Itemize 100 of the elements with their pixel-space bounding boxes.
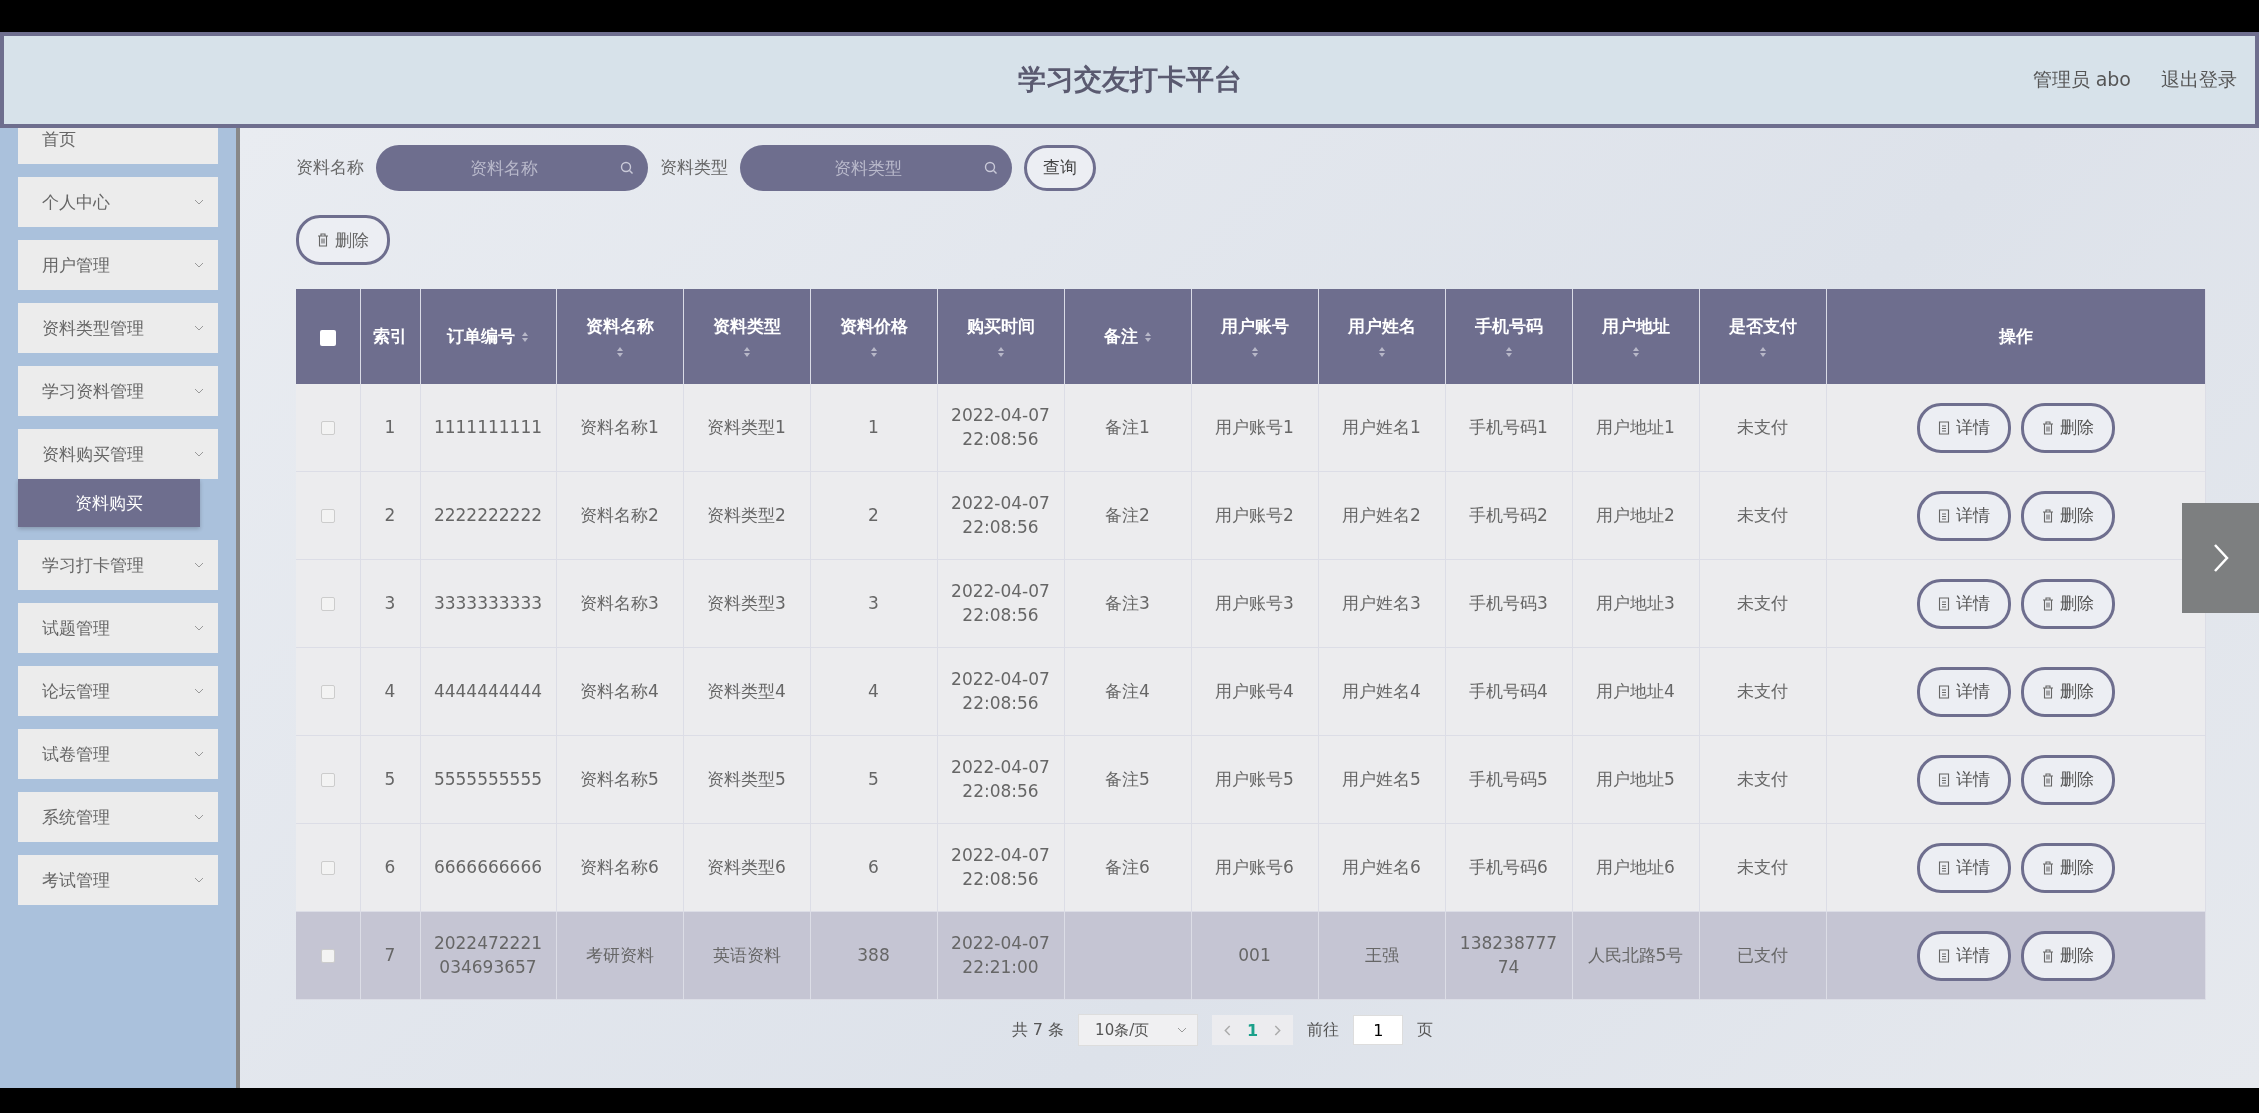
table-cell: 用户姓名3 xyxy=(1342,592,1421,613)
document-icon xyxy=(1937,420,1950,435)
table-row[interactable]: 4 4444444444 资料名称4 资料类型4 4 2022-04-07 22:08:56 备注4 用户账号4 用户姓名4 手机号码4 用户地址4 未支付 详情 删除 xyxy=(296,647,2206,736)
table-cell: 2022472221034693657 xyxy=(433,932,543,977)
table-cell: 2022-04-07 22:08:56 xyxy=(951,844,1050,889)
sidebar-item[interactable]: 试题管理 xyxy=(18,603,218,653)
delete-button[interactable]: 删除 xyxy=(2020,402,2115,453)
delete-button[interactable]: 删除 xyxy=(2020,754,2115,805)
trash-icon xyxy=(2041,772,2054,787)
next-page-icon[interactable] xyxy=(1274,1024,1282,1036)
sort-icon[interactable] xyxy=(1504,346,1513,358)
table-row[interactable]: 6 6666666666 资料名称6 资料类型6 6 2022-04-07 22:08:56 备注6 用户账号6 用户姓名6 手机号码6 用户地址6 未支付 详情 删除 xyxy=(296,823,2206,912)
row-checkbox[interactable] xyxy=(320,772,335,787)
table-cell: 4 xyxy=(868,680,879,701)
table-cell: 用户地址2 xyxy=(1596,504,1675,525)
sort-icon[interactable] xyxy=(1631,346,1640,358)
sidebar-item[interactable]: 论坛管理 xyxy=(18,666,218,716)
sort-icon[interactable] xyxy=(615,346,624,358)
caret-icon xyxy=(194,877,204,883)
table-row[interactable]: 7 2022472221034693657 考研资料 英语资料 388 2022-04-07 22:21:00 001 王强 13823877774 人民北路5号 已支付 详情 删除 xyxy=(296,911,2206,1000)
table-row[interactable]: 3 3333333333 资料名称3 资料类型3 3 2022-04-07 22:08:56 备注3 用户账号3 用户姓名3 手机号码3 用户地址3 未支付 详情 删除 xyxy=(296,559,2206,648)
table-row[interactable]: 5 5555555555 资料名称5 资料类型5 5 2022-04-07 22:08:56 备注5 用户账号5 用户姓名5 手机号码5 用户地址5 未支付 详情 删除 xyxy=(296,735,2206,824)
sort-icon[interactable] xyxy=(996,346,1005,358)
sidebar-item[interactable]: 首页 xyxy=(18,128,218,164)
caret-icon xyxy=(194,451,204,457)
table-cell: 用户账号6 xyxy=(1215,856,1294,877)
sidebar-item[interactable]: 学习资料管理 xyxy=(18,366,218,416)
delete-button[interactable]: 删除 xyxy=(2020,930,2115,981)
sort-icon[interactable] xyxy=(1758,346,1767,358)
column-header: 资料价格 xyxy=(839,315,908,338)
query-button[interactable]: 查询 xyxy=(1024,144,1096,191)
logout-link[interactable]: 退出登录 xyxy=(2161,67,2237,93)
sidebar-item[interactable]: 试卷管理 xyxy=(18,729,218,779)
document-icon xyxy=(1937,508,1950,523)
search-label: 资料名称 xyxy=(296,156,364,179)
table-cell: 4444444444 xyxy=(433,680,543,701)
sidebar-item[interactable]: 资料购买管理 xyxy=(18,429,218,479)
page-size-select[interactable]: 10条/页 xyxy=(1078,1014,1199,1046)
sidebar-item[interactable]: 系统管理 xyxy=(18,792,218,842)
caret-icon xyxy=(1177,1027,1188,1033)
sidebar-item[interactable]: 考试管理 xyxy=(18,855,218,905)
sort-icon[interactable] xyxy=(869,346,878,358)
row-checkbox[interactable] xyxy=(320,684,335,699)
row-checkbox[interactable] xyxy=(320,596,335,611)
table-cell: 388 xyxy=(857,944,890,965)
delete-button[interactable]: 删除 xyxy=(2020,842,2115,893)
details-button[interactable]: 详情 xyxy=(1916,578,2011,629)
table-cell: 资料类型4 xyxy=(707,680,786,701)
prev-page-icon[interactable] xyxy=(1224,1024,1232,1036)
sidebar-item[interactable]: 用户管理 xyxy=(18,240,218,290)
row-checkbox[interactable] xyxy=(320,508,335,523)
table-cell: 3 xyxy=(384,592,396,613)
search-field[interactable]: 资料类型 xyxy=(740,144,1012,191)
select-all-checkbox[interactable] xyxy=(319,329,336,346)
delete-button[interactable]: 删除 xyxy=(296,215,390,265)
search-field[interactable]: 资料名称 xyxy=(376,144,648,191)
table-cell: 4 xyxy=(384,680,396,701)
goto-page-field[interactable]: 1 xyxy=(1353,1015,1404,1045)
details-button[interactable]: 详情 xyxy=(1916,842,2011,893)
details-button[interactable]: 详情 xyxy=(1916,402,2011,453)
sort-icon[interactable] xyxy=(1377,346,1386,358)
table-cell: 用户地址5 xyxy=(1596,768,1675,789)
delete-button[interactable]: 删除 xyxy=(2020,578,2115,629)
details-button[interactable]: 详情 xyxy=(1916,930,2011,981)
sort-icon[interactable] xyxy=(1250,346,1259,358)
table-cell: 资料名称5 xyxy=(580,768,659,789)
trash-icon xyxy=(2041,860,2054,875)
table-cell: 未支付 xyxy=(1737,680,1788,701)
delete-button[interactable]: 删除 xyxy=(2020,490,2115,541)
details-button[interactable]: 详情 xyxy=(1916,490,2011,541)
column-header: 用户账号 xyxy=(1220,315,1289,338)
table-row[interactable]: 2 2222222222 资料名称2 资料类型2 2 2022-04-07 22:08:56 备注2 用户账号2 用户姓名2 手机号码2 用户地址2 未支付 详情 删除 xyxy=(296,471,2206,560)
sidebar-item[interactable]: 个人中心 xyxy=(18,177,218,227)
caret-icon xyxy=(194,562,204,568)
details-button[interactable]: 详情 xyxy=(1916,754,2011,805)
table-cell: 资料名称4 xyxy=(580,680,659,701)
sidebar-item[interactable]: 学习打卡管理 xyxy=(18,540,218,590)
table-cell: 用户地址3 xyxy=(1596,592,1675,613)
sort-icon[interactable] xyxy=(521,330,529,343)
table-cell: 5555555555 xyxy=(433,768,543,789)
sort-icon[interactable] xyxy=(1143,330,1152,343)
sidebar-subitem[interactable]: 资料购买 xyxy=(18,479,200,527)
caret-icon xyxy=(194,751,204,757)
table-cell: 6666666666 xyxy=(433,856,543,877)
app-title: 学习交友打卡平台 xyxy=(1017,62,1242,98)
row-checkbox[interactable] xyxy=(320,420,335,435)
table-cell: 资料名称6 xyxy=(580,856,659,877)
row-checkbox[interactable] xyxy=(320,948,335,963)
details-button[interactable]: 详情 xyxy=(1916,666,2011,717)
column-header: 订单编号 xyxy=(447,325,515,348)
table-cell: 未支付 xyxy=(1737,504,1788,525)
row-checkbox[interactable] xyxy=(320,860,335,875)
table-row[interactable]: 1 1111111111 资料名称1 资料类型1 1 2022-04-07 22:08:56 备注1 用户账号1 用户姓名1 手机号码1 用户地址1 未支付 详情 删除 xyxy=(296,384,2206,472)
delete-button[interactable]: 删除 xyxy=(2020,666,2115,717)
column-header: 用户地址 xyxy=(1601,315,1670,338)
table-cell: 3333333333 xyxy=(433,592,543,613)
sidebar-item[interactable]: 资料类型管理 xyxy=(18,303,218,353)
table-cell: 手机号码6 xyxy=(1469,856,1548,877)
table-cell: 用户姓名5 xyxy=(1342,768,1421,789)
sort-icon[interactable] xyxy=(742,346,751,358)
